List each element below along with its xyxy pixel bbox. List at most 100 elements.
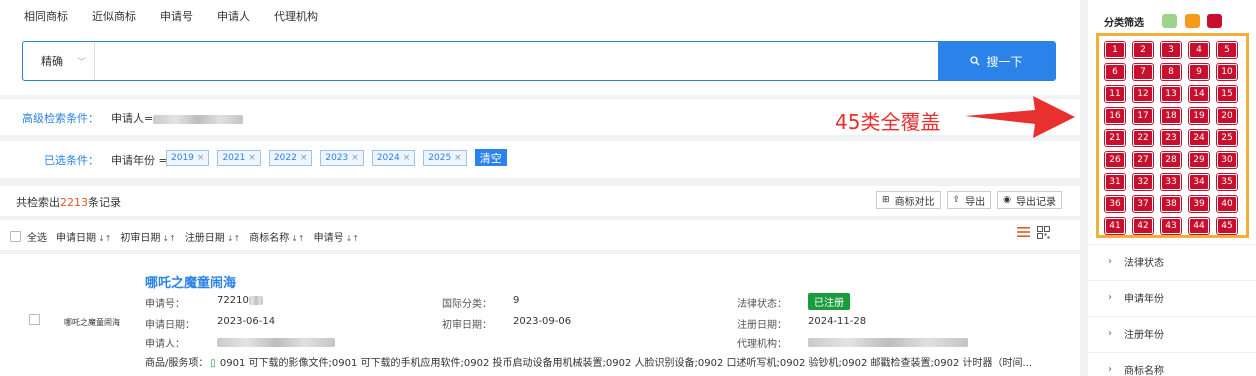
class-cell[interactable]: 42 — [1133, 218, 1153, 234]
compare-icon: ⊞ — [882, 195, 890, 205]
year-chip[interactable]: 2025 × — [423, 150, 467, 166]
close-icon[interactable]: × — [248, 153, 256, 163]
sidebar-item-registration-year[interactable]: › 注册年份 — [1088, 316, 1256, 350]
class-cell[interactable]: 8 — [1161, 64, 1181, 80]
close-icon[interactable]: × — [197, 153, 205, 163]
class-cell[interactable]: 38 — [1161, 196, 1181, 212]
class-cell[interactable]: 19 — [1189, 108, 1209, 124]
select-all-checkbox[interactable] — [10, 231, 21, 242]
sort-application-number[interactable]: 申请号 ↓↑ — [314, 229, 359, 244]
year-chip[interactable]: 2023 × — [320, 150, 364, 166]
class-cell[interactable]: 10 — [1217, 64, 1237, 80]
class-cell[interactable]: 21 — [1105, 130, 1125, 146]
class-cell[interactable]: 16 — [1105, 108, 1125, 124]
close-icon[interactable]: × — [454, 153, 462, 163]
clear-button[interactable]: 清空 — [474, 149, 507, 166]
class-cell[interactable]: 33 — [1161, 174, 1181, 190]
class-cell[interactable]: 40 — [1217, 196, 1237, 212]
class-cell[interactable]: 29 — [1189, 152, 1209, 168]
search-button[interactable]: 搜一下 — [938, 42, 1055, 80]
select-all-label[interactable]: 全选 — [27, 229, 47, 244]
class-cell[interactable]: 17 — [1133, 108, 1153, 124]
sort-prelim-date[interactable]: 初审日期 ↓↑ — [120, 229, 175, 244]
sort-application-date[interactable]: 申请日期 ↓↑ — [56, 229, 111, 244]
year-chip[interactable]: 2019 × — [166, 150, 210, 166]
sort-registration-date[interactable]: 注册日期 ↓↑ — [185, 229, 240, 244]
class-cell[interactable]: 18 — [1161, 108, 1181, 124]
class-cell[interactable]: 25 — [1217, 130, 1237, 146]
compare-button[interactable]: ⊞ 商标对比 — [876, 191, 941, 209]
result-actions: ⊞ 商标对比 ⇪ 导出 ◉ 导出记录 — [870, 191, 1062, 209]
tab-similar-trademark[interactable]: 近似商标 — [92, 8, 136, 24]
green-swatch[interactable] — [1162, 14, 1177, 28]
class-cell[interactable]: 4 — [1189, 42, 1209, 58]
class-cell[interactable]: 7 — [1133, 64, 1153, 80]
count-prefix: 共检索出 — [16, 196, 60, 209]
red-swatch[interactable] — [1207, 14, 1222, 28]
compare-label: 商标对比 — [894, 196, 935, 208]
class-cell[interactable]: 5 — [1217, 42, 1237, 58]
eye-icon: ◉ — [1003, 195, 1011, 205]
class-cell[interactable]: 24 — [1189, 130, 1209, 146]
grid-view-icon[interactable] — [1037, 226, 1050, 239]
class-cell[interactable]: 39 — [1189, 196, 1209, 212]
tab-agency[interactable]: 代理机构 — [274, 8, 318, 24]
class-cell[interactable]: 20 — [1217, 108, 1237, 124]
list-view-icon[interactable] — [1017, 226, 1030, 238]
item-checkbox[interactable] — [29, 314, 40, 325]
class-cell[interactable]: 30 — [1217, 152, 1237, 168]
export-icon: ⇪ — [952, 195, 961, 205]
tab-applicant[interactable]: 申请人 — [217, 8, 250, 24]
class-cell[interactable]: 6 — [1105, 64, 1125, 80]
class-cell[interactable]: 23 — [1161, 130, 1181, 146]
class-cell[interactable]: 31 — [1105, 174, 1125, 190]
class-cell[interactable]: 45 — [1217, 218, 1237, 234]
export-records-button[interactable]: ◉ 导出记录 — [997, 191, 1062, 209]
class-cell[interactable]: 14 — [1189, 86, 1209, 102]
class-cell[interactable]: 1 — [1105, 42, 1125, 58]
class-cell[interactable]: 22 — [1133, 130, 1153, 146]
sort-trademark-name[interactable]: 商标名称 ↓↑ — [249, 229, 304, 244]
tab-application-number[interactable]: 申请号 — [160, 8, 193, 24]
search-button-label: 搜一下 — [986, 54, 1023, 69]
year-chip[interactable]: 2022 × — [268, 150, 313, 166]
class-cell[interactable]: 15 — [1217, 86, 1237, 102]
class-cell[interactable]: 12 — [1133, 86, 1153, 102]
document-icon[interactable]: ▯ — [210, 358, 216, 369]
year-chip[interactable]: 2024 × — [371, 150, 416, 166]
orange-swatch[interactable] — [1185, 14, 1200, 28]
class-cell[interactable]: 9 — [1189, 64, 1209, 80]
class-cell[interactable]: 27 — [1133, 152, 1153, 168]
class-cell[interactable]: 44 — [1189, 218, 1209, 234]
search-panel: 相同商标 近似商标 申请号 申请人 代理机构 精确 ﹀ 搜一下 — [0, 0, 1080, 95]
class-cell[interactable]: 32 — [1133, 174, 1153, 190]
class-cell[interactable]: 35 — [1217, 174, 1237, 190]
class-cell[interactable]: 26 — [1105, 152, 1125, 168]
class-cell[interactable]: 3 — [1161, 42, 1181, 58]
class-cell[interactable]: 11 — [1105, 86, 1125, 102]
year-chip[interactable]: 2021 × — [217, 150, 261, 166]
tab-same-trademark[interactable]: 相同商标 — [24, 8, 68, 24]
search-box: 精确 ﹀ 搜一下 — [22, 41, 1056, 81]
class-cell[interactable]: 28 — [1161, 152, 1181, 168]
class-cell[interactable]: 2 — [1133, 42, 1153, 58]
close-icon[interactable]: × — [351, 153, 359, 163]
class-cell[interactable]: 37 — [1133, 196, 1153, 212]
close-icon[interactable]: × — [403, 153, 411, 163]
class-cell[interactable]: 43 — [1161, 218, 1181, 234]
trademark-title[interactable]: 哪吒之魔童闹海 — [145, 272, 236, 291]
sidebar-item-legal-status[interactable]: › 法律状态 — [1088, 244, 1256, 278]
sidebar-item-application-year[interactable]: › 申请年份 — [1088, 280, 1256, 314]
class-cell[interactable]: 34 — [1189, 174, 1209, 190]
sidebar-item-trademark-name[interactable]: › 商标名称 — [1088, 352, 1256, 376]
close-icon[interactable]: × — [300, 153, 308, 163]
class-cell[interactable]: 13 — [1161, 86, 1181, 102]
trademark-logo: 哪吒之魔童闹海 — [64, 318, 120, 327]
class-cell[interactable]: 36 — [1105, 196, 1125, 212]
export-button[interactable]: ⇪ 导出 — [946, 191, 992, 209]
redacted-text — [153, 114, 244, 124]
search-input[interactable] — [95, 42, 938, 80]
search-mode-select[interactable]: 精确 ﹀ — [23, 42, 95, 80]
class-cell[interactable]: 41 — [1105, 218, 1125, 234]
selected-conditions-label: 已选条件： — [44, 154, 99, 167]
